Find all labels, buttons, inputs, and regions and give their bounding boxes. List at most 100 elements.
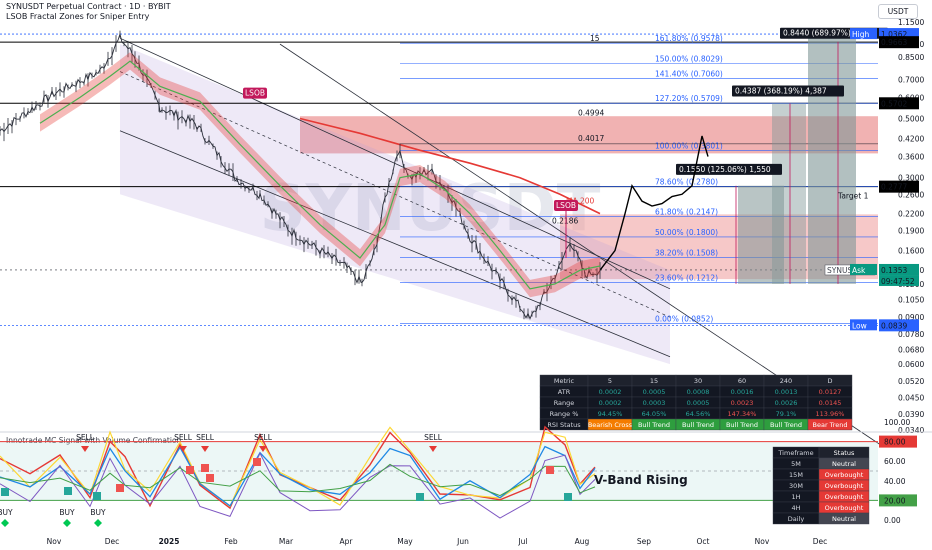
price-axis-label: 0.0680 [898, 346, 924, 355]
metrics-cell-text: D [827, 377, 832, 385]
price-mark: 0.1353 [881, 266, 907, 275]
buy-box [564, 493, 572, 501]
metrics-cell-text: 147.34% [728, 410, 757, 418]
level-02186-label: 0.2186 [552, 216, 578, 225]
metrics-table: Metric 5 15 30 60 240 D ATR 0.0002 0.0005 0.0008 0.… [539, 374, 853, 431]
fib-label: 127.20% (0.5709) [655, 94, 723, 103]
metrics-cell-text: 64.05% [642, 410, 667, 418]
metrics-cell-text: 60 [738, 377, 746, 385]
level-04994-label: 0.4994 [578, 109, 604, 118]
status-text: Overbought [825, 493, 864, 501]
fib-label: 0.00% (0.0852) [655, 315, 713, 324]
price-axis-label: 0.5000 [898, 115, 924, 124]
metrics-cell-text: 0.0127 [819, 388, 842, 396]
sell-box [201, 464, 209, 472]
metrics-cell-text: 15 [650, 377, 658, 385]
metrics-cell-text: Range % [550, 410, 579, 418]
buy-marker [94, 519, 102, 527]
measure-label-2: 0.4387 (368.19%) 4,387 [735, 86, 827, 95]
sell-box [253, 458, 261, 466]
lsob-tag-2: LSOB [556, 201, 576, 210]
metrics-cell-text: RSI Status [547, 421, 581, 429]
status-tf: 5M [791, 460, 801, 468]
status-tf: 30M [789, 482, 803, 490]
status-tf: 4H [791, 504, 800, 512]
time-axis-label: Nov [47, 537, 62, 546]
metrics-cell-text: 30 [694, 377, 702, 385]
price-chart[interactable]: SYNUSDT161.80% (0.9578)150.00% (0.8029)1… [0, 0, 932, 550]
price-axis-label: 0.0600 [898, 360, 924, 369]
metrics-cell-text: 240 [780, 377, 792, 385]
metrics-cell-text: Bull Trend [638, 421, 670, 429]
status-text: Overbought [825, 504, 864, 512]
time-axis-label: Mar [279, 537, 294, 546]
buy-marker [1, 519, 9, 527]
metrics-cell-text: Metric [554, 377, 575, 385]
buy-signal: BUY [0, 508, 13, 517]
metrics-cell-text: 5 [608, 377, 612, 385]
osc-axis-label: 60.00 [884, 457, 906, 466]
price-axis-label: 0.0450 [898, 394, 924, 403]
sell-box [116, 484, 124, 492]
fib-label: 141.40% (0.7060) [655, 70, 723, 79]
price-mark: 0.0839 [881, 321, 907, 330]
sell-box [546, 466, 554, 474]
fib-label: 23.60% (0.1212) [655, 274, 718, 283]
fib-label: 150.00% (0.8029) [655, 55, 723, 64]
mark-tag: Low [852, 321, 867, 330]
metrics-cell-text: 0.0005 [643, 388, 666, 396]
metrics-cell-text: 0.0016 [731, 388, 754, 396]
fib-label: 38.20% (0.1508) [655, 248, 718, 257]
lsob-tag-1: LSOB [245, 89, 265, 98]
time-axis-label: May [397, 537, 413, 546]
measure-bar-2 [772, 103, 806, 284]
time-axis-label: Sep [637, 537, 651, 546]
price-mark: 0.2777 [881, 183, 907, 192]
buy-box [1, 488, 9, 496]
time-axis-label: Apr [340, 537, 354, 546]
fib-label: 78.60% (0.2780) [655, 178, 718, 187]
metrics-cell-text: 0.0005 [687, 399, 710, 407]
measure-bar-3 [808, 38, 856, 284]
sell-signal: SELL [424, 433, 443, 442]
osc-axis-label: 100.00 [884, 418, 910, 427]
price-axis-label: 0.7000 [898, 76, 924, 85]
metrics-cell-text: 64.56% [686, 410, 711, 418]
buy-box [416, 493, 424, 501]
buy-box [64, 487, 72, 495]
time-axis-label: Dec [105, 537, 120, 546]
metrics-cell-text: Bull Trend [682, 421, 714, 429]
v-band-label: V-Band Rising [594, 473, 688, 487]
fib-15-label: 15 [590, 34, 600, 43]
metrics-cell-text: Range [554, 399, 575, 407]
metrics-cell-text: Bull Trend [726, 421, 758, 429]
metrics-cell-text: 0.0002 [599, 399, 622, 407]
osc-axis-label: 20.00 [884, 496, 906, 505]
metrics-cell-text: 0.0008 [687, 388, 710, 396]
osc-axis-label: 40.00 [884, 477, 906, 486]
metrics-cell-text: 94.45% [598, 410, 623, 418]
level-04017-label: 0.4017 [578, 134, 604, 143]
metrics-cell-text: Bearish Cross [588, 421, 633, 429]
status-tf: Timeframe [777, 449, 813, 457]
price-axis-label: 0.3600 [898, 153, 924, 162]
sell-box [206, 474, 214, 482]
status-text: Neutral [832, 460, 856, 468]
metrics-cell-text: Bear Trend [813, 421, 848, 429]
price-axis-label: 0.1050 [898, 295, 924, 304]
metrics-cell-text: 0.0013 [775, 388, 798, 396]
metrics-cell-text: Bull Trend [770, 421, 802, 429]
price-axis-label: 0.0520 [898, 377, 924, 386]
status-text: Status [834, 449, 855, 457]
time-axis-label: Dec [813, 537, 828, 546]
status-text: Overbought [825, 471, 864, 479]
measure-label-1: 0.8440 (689.97%) 8, [783, 29, 860, 38]
metrics-cell-text: 0.0003 [643, 399, 666, 407]
metrics-cell-text: ATR [558, 388, 571, 396]
osc-axis-label: 0.00 [884, 516, 901, 525]
countdown: 09:47:52 [881, 277, 915, 286]
price-axis-label: 0.8500 [898, 53, 924, 62]
price-axis-label: 0.0340 [898, 426, 924, 435]
metrics-cell-text: 0.0002 [599, 388, 622, 396]
price-mark: 0.5702 [881, 99, 907, 108]
